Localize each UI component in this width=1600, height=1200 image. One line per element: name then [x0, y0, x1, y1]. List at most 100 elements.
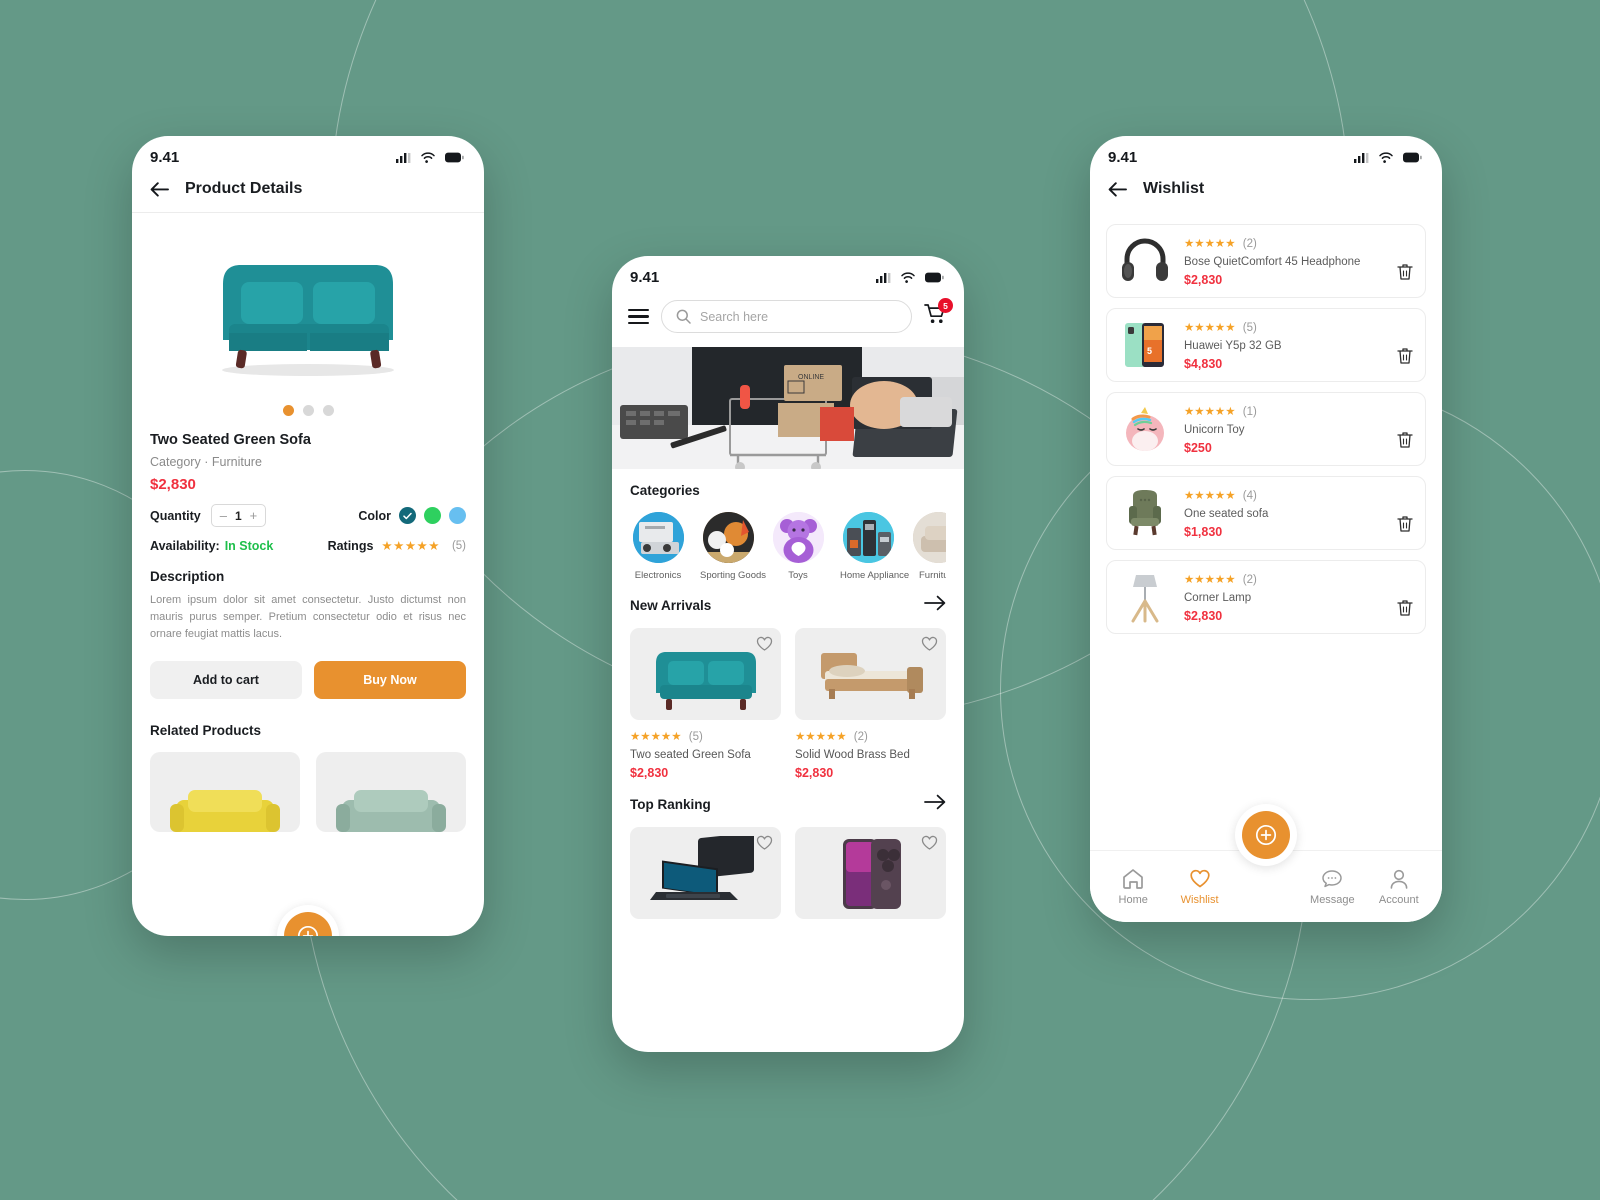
trash-icon — [1397, 600, 1413, 616]
product-card[interactable] — [795, 827, 946, 919]
hamburger-icon[interactable] — [628, 308, 649, 325]
related-product-card[interactable] — [316, 752, 466, 833]
item-rating-count: (5) — [1242, 321, 1257, 334]
wishlist-heart-icon[interactable] — [921, 636, 938, 657]
nav-label-wishlist: Wishlist — [1180, 893, 1219, 906]
item-rating: ★★★★★ (1) — [1184, 404, 1384, 418]
item-details: ★★★★★ (2) Bose QuietComfort 45 Headphone… — [1184, 236, 1384, 287]
category-item-toys[interactable]: Toys — [770, 512, 826, 581]
category-item-home-appliance[interactable]: Home Appliance — [840, 512, 909, 581]
wishlist-appbar: Wishlist — [1090, 178, 1442, 212]
banner-illustration: ONLINE — [612, 347, 964, 469]
carousel-dot[interactable] — [322, 405, 334, 416]
color-swatch-teal-selected[interactable] — [399, 507, 416, 524]
furniture-thumbnail — [912, 512, 946, 563]
plus-circle-icon — [297, 925, 319, 936]
category-separator: · — [204, 455, 209, 469]
top-ranking-grid — [630, 827, 946, 919]
phone-home: 9.41 Search here 5 ONLINE Categories Ele… — [612, 256, 964, 1052]
wishlist-heart-icon[interactable] — [921, 835, 938, 856]
category-item-sporting-goods[interactable]: Sporting Goods — [700, 512, 766, 581]
delete-item-button[interactable] — [1397, 431, 1413, 455]
page-title: Product Details — [185, 180, 303, 197]
nav-item-account[interactable]: Account — [1369, 868, 1429, 906]
quantity-increment-button[interactable]: + — [250, 508, 258, 523]
new-arrivals-section: New Arrivals ★★★★★ (5) Two seated Green … — [612, 581, 964, 780]
nav-label-home: Home — [1118, 893, 1148, 906]
promo-banner[interactable]: ONLINE — [612, 347, 964, 469]
product-details-appbar: Product Details — [132, 178, 484, 213]
sporting-goods-image — [702, 512, 754, 563]
product-card[interactable]: ★★★★★ (2) Solid Wood Brass Bed $2,830 — [795, 628, 946, 780]
nav-label-account: Account — [1378, 893, 1419, 906]
item-rating-count: (2) — [1242, 237, 1257, 250]
product-details-body: Two Seated Green Sofa Category · Furnitu… — [132, 213, 484, 936]
nav-item-wishlist[interactable]: Wishlist — [1170, 868, 1230, 906]
cart-button[interactable]: 5 — [924, 298, 953, 330]
item-rating: ★★★★★ (2) — [1184, 236, 1384, 250]
item-thumbnail: 5 — [1119, 319, 1171, 371]
availability-label: Availability: — [150, 538, 220, 553]
furniture-image — [912, 512, 946, 563]
home-appliance-image — [842, 512, 894, 563]
wishlist-item[interactable]: ★★★★★ (4) One seated sofa $1,830 — [1106, 476, 1426, 550]
arrow-right-icon — [924, 595, 946, 611]
categories-list[interactable]: Electronics Sporting Goods Toys Home App… — [630, 512, 946, 581]
signal-icon — [876, 273, 891, 283]
category-item-furniture[interactable]: Furniture — [910, 512, 946, 581]
wishlist-heart-icon[interactable] — [756, 835, 773, 856]
heart-icon — [1189, 869, 1210, 887]
add-to-cart-button[interactable]: Add to cart — [150, 661, 302, 700]
item-price: $2,830 — [1184, 272, 1223, 287]
item-name: Huawei Y5p 32 GB — [1184, 339, 1282, 352]
ratings-stars: ★★★★★ — [381, 539, 440, 553]
color-selector[interactable]: Color — [358, 507, 466, 524]
availability-ratings-row: Availability: In Stock Ratings ★★★★★ (5) — [150, 538, 466, 554]
carousel-dots[interactable] — [132, 405, 484, 416]
trash-icon — [1397, 516, 1413, 532]
wishlist-heart-icon[interactable] — [756, 636, 773, 657]
related-product-card[interactable] — [150, 752, 300, 833]
description-text: Lorem ipsum dolor sit amet consectetur. … — [150, 594, 466, 641]
wishlist-items-list: ★★★★★ (2) Bose QuietComfort 45 Headphone… — [1090, 212, 1442, 634]
delete-item-button[interactable] — [1397, 347, 1413, 371]
search-input[interactable]: Search here — [661, 300, 912, 333]
top-ranking-see-all[interactable] — [924, 794, 946, 815]
fab-container — [1235, 804, 1297, 866]
nav-item-home[interactable]: Home — [1103, 868, 1163, 906]
carousel-dot[interactable] — [302, 405, 314, 416]
back-arrow-icon[interactable] — [150, 181, 169, 197]
new-arrivals-see-all[interactable] — [924, 595, 946, 616]
phone-illustration: 5 — [1125, 323, 1164, 367]
product-rating: ★★★★★ (5) — [630, 729, 781, 743]
ratings-group: Ratings ★★★★★ (5) — [328, 538, 466, 554]
wishlist-item[interactable]: ★★★★★ (1) Unicorn Toy $250 — [1106, 392, 1426, 466]
product-card[interactable]: ★★★★★ (5) Two seated Green Sofa $2,830 — [630, 628, 781, 780]
delete-item-button[interactable] — [1397, 599, 1413, 623]
carousel-dot[interactable] — [282, 405, 294, 416]
nav-item-message[interactable]: Message — [1302, 868, 1362, 906]
sofa-illustration — [221, 265, 394, 376]
quantity-stepper[interactable]: – 1 + — [210, 504, 267, 527]
sporting-goods-thumbnail — [702, 512, 754, 563]
color-swatch-blue[interactable] — [449, 507, 466, 524]
category-value: Furniture — [211, 455, 262, 469]
wishlist-item[interactable]: 5 ★★★★★ (5) Huawei Y5p 32 GB $4,830 — [1106, 308, 1426, 382]
color-swatch-green[interactable] — [424, 507, 441, 524]
delete-item-button[interactable] — [1397, 515, 1413, 539]
product-card[interactable] — [630, 827, 781, 919]
wishlist-item[interactable]: ★★★★★ (2) Bose QuietComfort 45 Headphone… — [1106, 224, 1426, 298]
add-button-fab[interactable] — [1242, 811, 1290, 859]
buy-now-button[interactable]: Buy Now — [314, 661, 466, 700]
add-button-fab[interactable] — [284, 912, 332, 936]
fab-container — [277, 905, 339, 936]
category-item-electronics[interactable]: Electronics — [630, 512, 686, 581]
item-price: $2,830 — [1184, 608, 1223, 623]
wishlist-item[interactable]: ★★★★★ (2) Corner Lamp $2,830 — [1106, 560, 1426, 634]
delete-item-button[interactable] — [1397, 263, 1413, 287]
smartphone-illustration — [842, 839, 901, 909]
back-arrow-icon[interactable] — [1108, 181, 1127, 197]
trash-icon — [1397, 432, 1413, 448]
quantity-decrement-button[interactable]: – — [220, 508, 227, 523]
svg-text:5: 5 — [1147, 346, 1152, 356]
